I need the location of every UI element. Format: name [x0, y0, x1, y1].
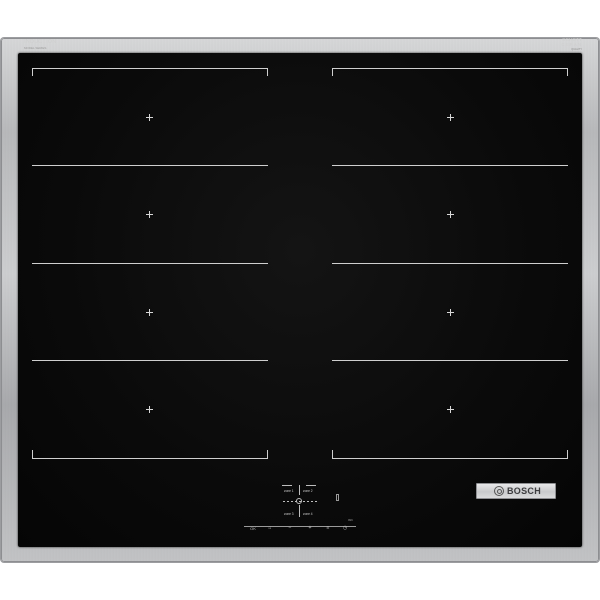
right-zone-divider-1	[332, 165, 568, 166]
left-zone-bottom-bracket-right	[267, 450, 268, 458]
left-zone-top-bracket-left	[32, 68, 33, 76]
model-label: MODEL SERIES	[24, 46, 47, 50]
zone-2-right-plus-icon[interactable]	[447, 211, 454, 218]
right-zone-divider-2	[332, 263, 568, 264]
display-small-value: 999	[348, 518, 353, 522]
brand-name: BOSCH	[507, 486, 542, 496]
right-zone-top-bracket-right	[567, 68, 568, 76]
right-zone-bottom-bracket-left	[332, 450, 333, 458]
zone-label-2[interactable]: zone 2	[303, 489, 313, 493]
left-zone-top-bracket	[32, 68, 268, 69]
left-zone-divider-1	[32, 165, 268, 166]
left-zone-bottom-bracket	[32, 458, 268, 459]
menu-icon[interactable]: ≡	[323, 526, 333, 531]
child-lock-icon[interactable]: ⌂	[265, 526, 275, 531]
ceramic-glass-surface	[18, 53, 582, 547]
zone-label-4[interactable]: zone 4	[303, 512, 313, 516]
plus-button[interactable]: +	[305, 526, 315, 531]
glass-brand-sub-label: QUALITY	[571, 48, 582, 51]
glass-brand-label: SCHOTT CERAN	[561, 37, 582, 47]
glass-brand-line-2: CERAN	[561, 42, 582, 47]
left-zone-divider-3	[32, 360, 268, 361]
zone-2-left-plus-icon[interactable]	[146, 211, 153, 218]
right-zone-divider-3	[332, 360, 568, 361]
zone-selector-center-line-bottom	[299, 505, 300, 517]
induction-label: INDUCTION	[24, 39, 57, 45]
right-zone-top-bracket	[332, 68, 568, 69]
zone-4-right-plus-icon[interactable]	[447, 406, 454, 413]
zone-selector-center-ring-icon[interactable]	[296, 498, 302, 504]
left-zone-divider-2	[32, 263, 268, 264]
zone-1-right-plus-icon[interactable]	[447, 114, 454, 121]
left-zone-bottom-bracket-left	[32, 450, 33, 458]
zone-selector-top-line	[282, 485, 292, 486]
zone-3-right-plus-icon[interactable]	[447, 309, 454, 316]
zone-3-left-plus-icon[interactable]	[146, 309, 153, 316]
brand-plate: BOSCH	[476, 483, 556, 499]
right-zone-top-bracket-left	[332, 68, 333, 76]
right-zone-bottom-bracket	[332, 458, 568, 459]
zone-selector-top-line-right	[306, 485, 316, 486]
zone-label-1[interactable]: zone 1	[284, 489, 294, 493]
left-zone-top-bracket-right	[267, 68, 268, 76]
zone-label-3[interactable]: zone 3	[284, 512, 294, 516]
zone-4-left-plus-icon[interactable]	[146, 406, 153, 413]
minus-button[interactable]: −	[285, 526, 295, 531]
booster-indicator-icon	[336, 494, 339, 501]
right-zone-bottom-bracket-right	[567, 450, 568, 458]
power-button[interactable]: OK	[248, 526, 258, 531]
timer-clock-icon[interactable]: ◷	[340, 526, 350, 531]
zone-selector-center-line-top	[299, 485, 300, 495]
bosch-logo-icon	[494, 486, 504, 496]
zone-1-left-plus-icon[interactable]	[146, 114, 153, 121]
